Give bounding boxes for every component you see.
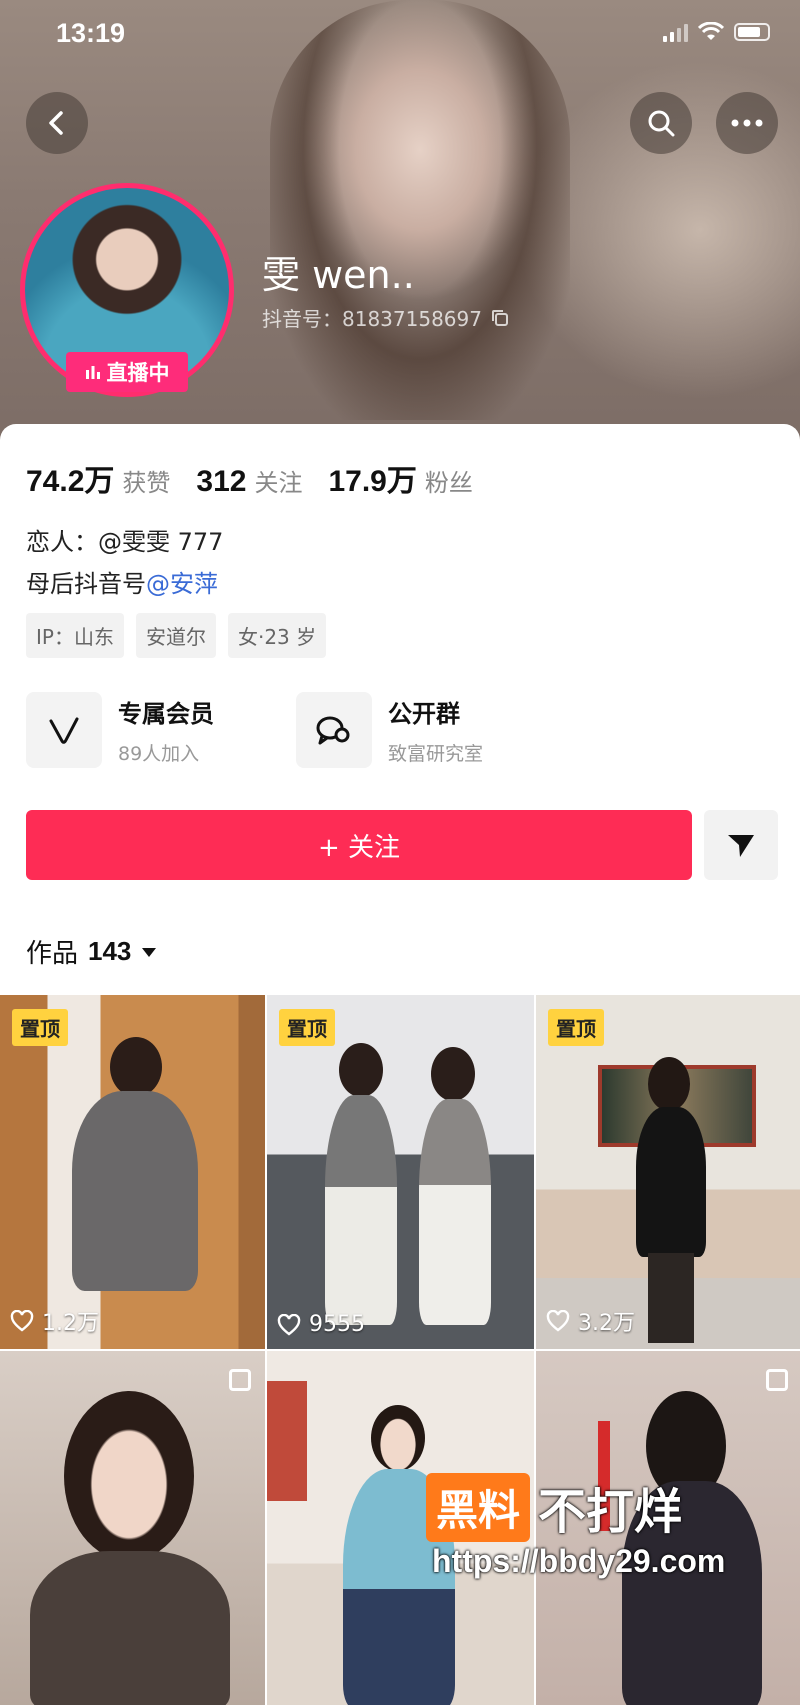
stat-value: 74.2万 [26,465,115,498]
feature-title: 专属会员 [118,700,214,728]
thumb-subject [339,1043,383,1097]
pinned-badge: 置顶 [12,1009,68,1046]
vip-icon [26,692,102,768]
bio-line-2: 母后抖音号@安萍 [26,564,218,599]
thumb-subject [648,1057,690,1111]
pinned-badge: 置顶 [279,1009,335,1046]
search-button[interactable] [630,92,692,154]
video-thumbnail[interactable]: 置顶 1.2万 [0,995,265,1349]
wifi-icon [698,22,724,40]
feature-subtitle: 89人加入 [118,743,200,765]
more-dots-icon [731,119,763,127]
stat-label: 粉丝 [424,469,473,497]
watermark-text: 不打烊 [538,1484,683,1540]
recommend-dropdown-button[interactable] [704,810,778,880]
video-thumbnail[interactable] [0,1351,265,1705]
heart-icon [277,1313,301,1336]
more-options-button[interactable] [716,92,778,154]
likes-value: 9555 [309,1312,365,1337]
watermark-url: https://bbdy29.com [432,1543,726,1579]
stat-followers[interactable]: 17.9万 粉丝 [328,456,472,500]
stat-value: 17.9万 [328,465,417,498]
thumb-subject [325,1095,397,1325]
video-thumbnail[interactable]: 置顶 9555 [267,995,534,1349]
bio-text: 母后抖音号 [26,570,146,598]
works-count: 143 [88,936,132,966]
bio-mention-link[interactable]: @安萍 [146,570,218,598]
feature-public-group[interactable]: 公开群 致富研究室 [296,692,483,768]
stat-label: 关注 [254,469,303,497]
multi-image-icon [229,1369,251,1391]
works-grid: 置顶 1.2万 置顶 9555 置顶 3.2万 [0,995,800,1705]
status-icons [663,22,770,42]
thumb-subject [30,1551,230,1705]
thumb-subject [636,1107,706,1257]
thumb-subject [371,1405,425,1471]
battery-icon [734,23,770,41]
likes-count: 3.2万 [546,1305,635,1337]
thumb-subject [110,1037,162,1097]
likes-count: 1.2万 [10,1305,99,1337]
live-bars-icon [85,366,100,379]
profile-tags: IP：山东 安道尔 女·23 岁 [26,613,327,658]
stat-likes[interactable]: 74.2万 获赞 [26,456,170,500]
chevron-left-icon [49,111,63,135]
live-badge[interactable]: 直播中 [66,352,188,392]
copy-icon[interactable] [490,308,510,328]
likes-count: 9555 [277,1312,365,1337]
thumb-subject [419,1099,491,1325]
likes-value: 1.2万 [42,1311,99,1336]
feature-title: 公开群 [388,700,460,728]
video-thumbnail[interactable]: 置顶 3.2万 [536,995,800,1349]
pinned-badge: 置顶 [548,1009,604,1046]
send-arrow-icon [728,835,754,857]
tag-school[interactable]: 安道尔 [135,613,216,658]
profile-stats: 74.2万 获赞 312 关注 17.9万 粉丝 [26,456,473,500]
thumb-subject [431,1047,475,1101]
heart-icon [10,1310,34,1332]
multi-image-icon [766,1369,788,1391]
thumb-subject [72,1091,198,1291]
back-button[interactable] [26,92,88,154]
douyin-id-text: 抖音号：81837158697 [262,307,482,331]
bio-line-1: 恋人：@雯雯 777 [26,528,224,556]
feature-subtitle: 致富研究室 [388,743,484,765]
tag-ip: IP：山东 [26,613,124,658]
works-label: 作品 [26,939,79,969]
stat-following[interactable]: 312 关注 [196,463,302,499]
follow-button[interactable]: + 关注 [26,810,692,880]
thumb-subject [64,1391,194,1561]
heart-icon [546,1310,570,1332]
thumb-wall-decoration [267,1381,307,1501]
search-icon [648,110,675,137]
works-tab[interactable]: 作品 143 [26,933,157,970]
signal-icon [663,22,688,42]
douyin-id: 抖音号：81837158697 [262,303,510,332]
status-time: 13:19 [56,18,126,48]
chat-group-icon [296,692,372,768]
caret-down-icon [142,947,157,957]
thumb-subject [648,1253,694,1343]
watermark-box: 黑料 [426,1472,531,1542]
stat-value: 312 [196,465,247,498]
stat-label: 获赞 [122,469,171,497]
watermark: 黑料 不打烊 [426,1472,682,1542]
feature-membership[interactable]: 专属会员 89人加入 [26,692,214,768]
profile-name: 雯 wen.. [262,253,415,297]
live-badge-label: 直播中 [106,361,170,385]
cover-photo-subject [270,0,570,420]
likes-value: 3.2万 [578,1311,635,1336]
tag-gender-age: 女·23 岁 [227,613,327,658]
